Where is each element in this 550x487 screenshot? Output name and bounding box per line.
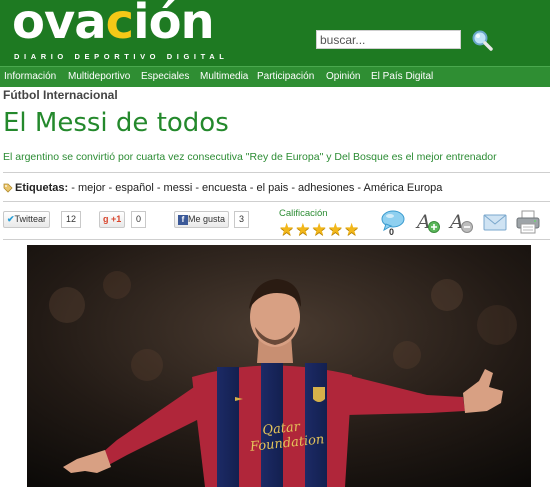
star-icon[interactable]: ★ xyxy=(279,221,294,238)
font-increase-icon[interactable]: A xyxy=(414,209,442,235)
main-nav: Información Multideportivo Especiales Mu… xyxy=(0,66,550,87)
gplus-count: 0 xyxy=(131,211,147,228)
star-icon[interactable]: ★ xyxy=(344,221,359,238)
divider xyxy=(3,172,550,173)
tags-row: Etiquetas: - mejor - español - messi - e… xyxy=(3,182,442,194)
tag-icon xyxy=(3,183,13,193)
star-icon[interactable]: ★ xyxy=(295,221,310,238)
star-icon[interactable]: ★ xyxy=(328,221,343,238)
nav-especiales[interactable]: Especiales xyxy=(141,71,189,82)
tags-list[interactable]: - mejor - español - messi - encuesta - e… xyxy=(71,182,442,194)
font-decrease-icon[interactable]: A xyxy=(447,209,475,235)
twitter-icon: ✔ xyxy=(7,214,15,224)
email-icon[interactable] xyxy=(481,209,509,235)
nav-opinion[interactable]: Opinión xyxy=(326,71,360,82)
print-icon[interactable] xyxy=(514,209,542,235)
rating-label: Calificación xyxy=(279,208,328,219)
divider xyxy=(3,239,550,240)
article-subtitle: El argentino se convirtió por cuarta vez… xyxy=(3,151,497,163)
player-photo-illustration: QatarFoundation xyxy=(27,245,531,487)
logo-tagline: DIARIO DEPORTIVO DIGITAL xyxy=(14,52,229,61)
nav-multideportivo[interactable]: Multideportivo xyxy=(68,71,130,82)
star-icon[interactable]: ★ xyxy=(312,221,327,238)
logo-wordmark: ovación xyxy=(12,0,215,50)
article-photo: QatarFoundation xyxy=(27,245,531,487)
gplus-button[interactable]: g +1 xyxy=(99,211,126,228)
search-input[interactable] xyxy=(316,30,461,49)
svg-text:A: A xyxy=(448,211,464,233)
article-title: El Messi de todos xyxy=(3,108,229,138)
twitter-button[interactable]: ✔Twittear xyxy=(3,211,51,228)
section-label: Fútbol Internacional xyxy=(3,88,118,102)
nav-multimedia[interactable]: Multimedia xyxy=(200,71,248,82)
comments-count: 0 xyxy=(389,227,395,237)
tags-label: Etiquetas: xyxy=(15,182,69,194)
facebook-icon: f xyxy=(178,215,188,225)
svg-text:A: A xyxy=(415,211,431,233)
site-header: ovación DIARIO DEPORTIVO DIGITAL xyxy=(0,0,550,66)
twitter-count: 12 xyxy=(61,211,82,228)
nav-informacion[interactable]: Información xyxy=(4,71,56,82)
facebook-like-button[interactable]: f Me gusta xyxy=(174,211,230,228)
nav-el-pais-digital[interactable]: El País Digital xyxy=(371,71,433,82)
rating-stars[interactable]: ★★★★★ xyxy=(279,221,360,240)
search-icon[interactable] xyxy=(470,28,494,52)
gplus-icon: g xyxy=(103,214,109,224)
facebook-count: 3 xyxy=(234,211,250,228)
site-logo[interactable]: ovación DIARIO DEPORTIVO DIGITAL xyxy=(12,0,240,66)
divider xyxy=(3,201,550,202)
nav-participacion[interactable]: Participación xyxy=(257,71,314,82)
